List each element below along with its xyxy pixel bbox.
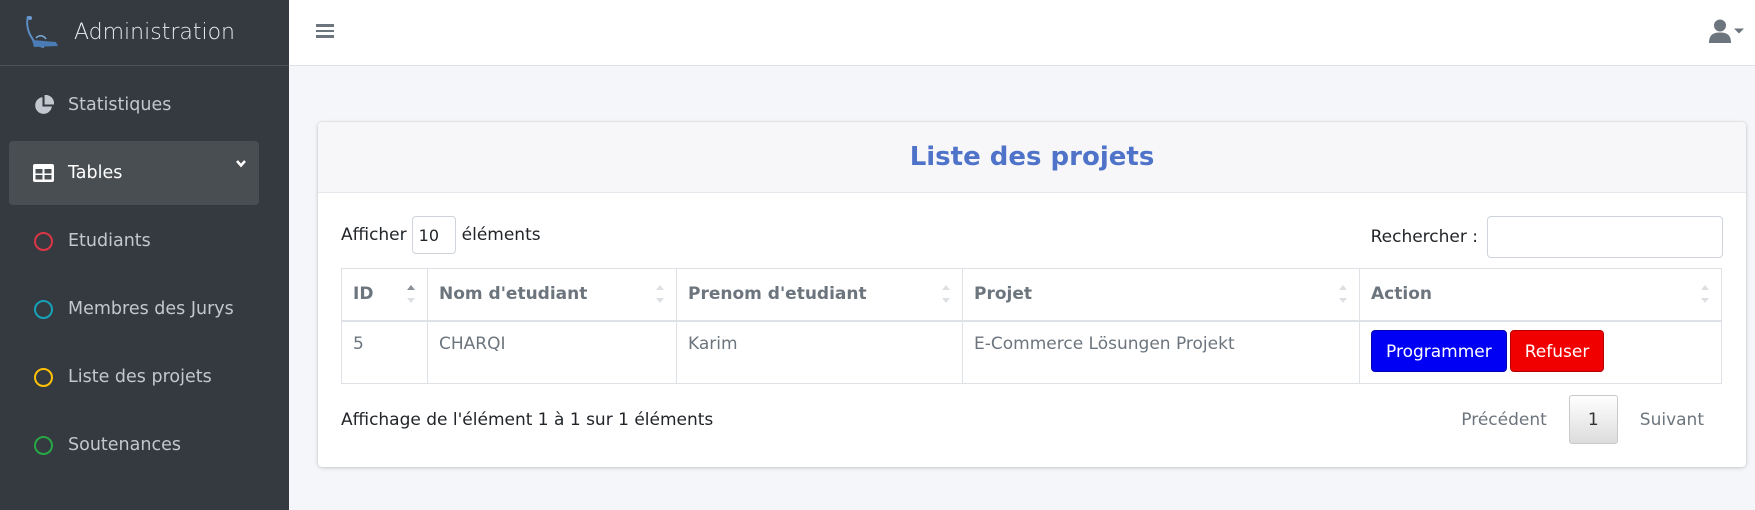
sidebar: Administration Statistiques Tables Etudi…: [0, 0, 289, 510]
refuser-button[interactable]: Refuser: [1509, 329, 1605, 372]
sort-icon: [656, 285, 664, 303]
circle-yellow-icon: [33, 367, 53, 387]
circle-green-icon: [33, 435, 53, 455]
search-label: Rechercher :: [1370, 227, 1478, 247]
page-title: Liste des projets: [909, 142, 1155, 172]
entries-per-page-value: 10: [418, 225, 439, 245]
sidebar-item-tables[interactable]: Tables: [9, 141, 259, 205]
sidebar-item-etudiants[interactable]: Etudiants: [9, 209, 259, 273]
table-header-row: ID Nom d'etudiant Prenom d'etudiant Proj…: [341, 268, 1722, 322]
circle-red-icon: [33, 231, 53, 251]
brand-title: Administration: [74, 20, 235, 45]
page-1-button[interactable]: 1: [1568, 395, 1618, 444]
table-icon: [32, 162, 54, 184]
sort-asc-icon: [407, 285, 415, 303]
user-menu-button[interactable]: [1709, 18, 1747, 44]
pagination: Précédent 1 Suivant: [1442, 395, 1723, 444]
pie-chart-icon: [32, 94, 54, 116]
table-info: Affichage de l'élément 1 à 1 sur 1 éléme…: [341, 410, 714, 430]
entries-length-control: Afficher 10 éléments: [341, 216, 541, 254]
sidebar-item-statistiques[interactable]: Statistiques: [9, 73, 259, 137]
hamburger-menu-icon[interactable]: [316, 21, 334, 41]
user-icon: [1709, 19, 1731, 43]
cell-prenom: Karim: [676, 320, 963, 384]
previous-page-button[interactable]: Précédent: [1442, 410, 1566, 430]
circle-cyan-icon: [33, 299, 53, 319]
sidebar-item-membres-des-jurys[interactable]: Membres des Jurys: [9, 277, 259, 341]
sidebar-item-soutenances[interactable]: Soutenances: [9, 413, 259, 477]
sort-icon: [1339, 285, 1347, 303]
sidebar-item-label: Liste des projets: [68, 367, 212, 387]
caret-down-icon: [1734, 28, 1744, 34]
brand-link[interactable]: Administration: [0, 0, 289, 66]
search-control: Rechercher :: [1371, 216, 1723, 258]
chevron-down-icon: [236, 160, 246, 168]
brand-logo: [26, 15, 58, 48]
programmer-button[interactable]: Programmer: [1371, 329, 1507, 372]
top-navbar: [289, 0, 1755, 66]
sidebar-item-label: Membres des Jurys: [68, 299, 234, 319]
entries-suffix-label: éléments: [461, 225, 541, 245]
sidebar-item-label: Soutenances: [68, 435, 181, 455]
card-header: Liste des projets: [318, 122, 1746, 193]
sidebar-nav: Statistiques Tables Etudiants Membres de…: [0, 66, 289, 477]
cell-actions: Programmer Refuser: [1359, 320, 1722, 384]
column-header-prenom[interactable]: Prenom d'etudiant: [676, 268, 963, 322]
entries-per-page-select[interactable]: 10: [411, 216, 456, 254]
column-header-action[interactable]: Action: [1359, 268, 1722, 322]
column-header-id[interactable]: ID: [341, 268, 428, 322]
projects-table: ID Nom d'etudiant Prenom d'etudiant Proj…: [341, 268, 1722, 384]
cell-nom: CHARQI: [427, 320, 677, 384]
sidebar-item-label: Statistiques: [68, 95, 172, 115]
sort-icon: [1701, 285, 1709, 303]
search-input[interactable]: [1487, 216, 1723, 258]
sidebar-item-label: Tables: [68, 163, 123, 183]
table-row: 5 CHARQI Karim E-Commerce Lösungen Proje…: [341, 320, 1722, 384]
sidebar-item-liste-des-projets[interactable]: Liste des projets: [9, 345, 259, 409]
cell-projet: E-Commerce Lösungen Projekt: [962, 320, 1360, 384]
sidebar-item-label: Etudiants: [68, 231, 151, 251]
cell-id: 5: [341, 320, 428, 384]
next-page-button[interactable]: Suivant: [1621, 410, 1723, 430]
column-header-nom[interactable]: Nom d'etudiant: [427, 268, 677, 322]
sort-icon: [942, 285, 950, 303]
projects-card: Liste des projets Afficher 10 éléments R…: [318, 122, 1746, 467]
entries-prefix-label: Afficher: [341, 225, 407, 245]
column-header-projet[interactable]: Projet: [962, 268, 1360, 322]
